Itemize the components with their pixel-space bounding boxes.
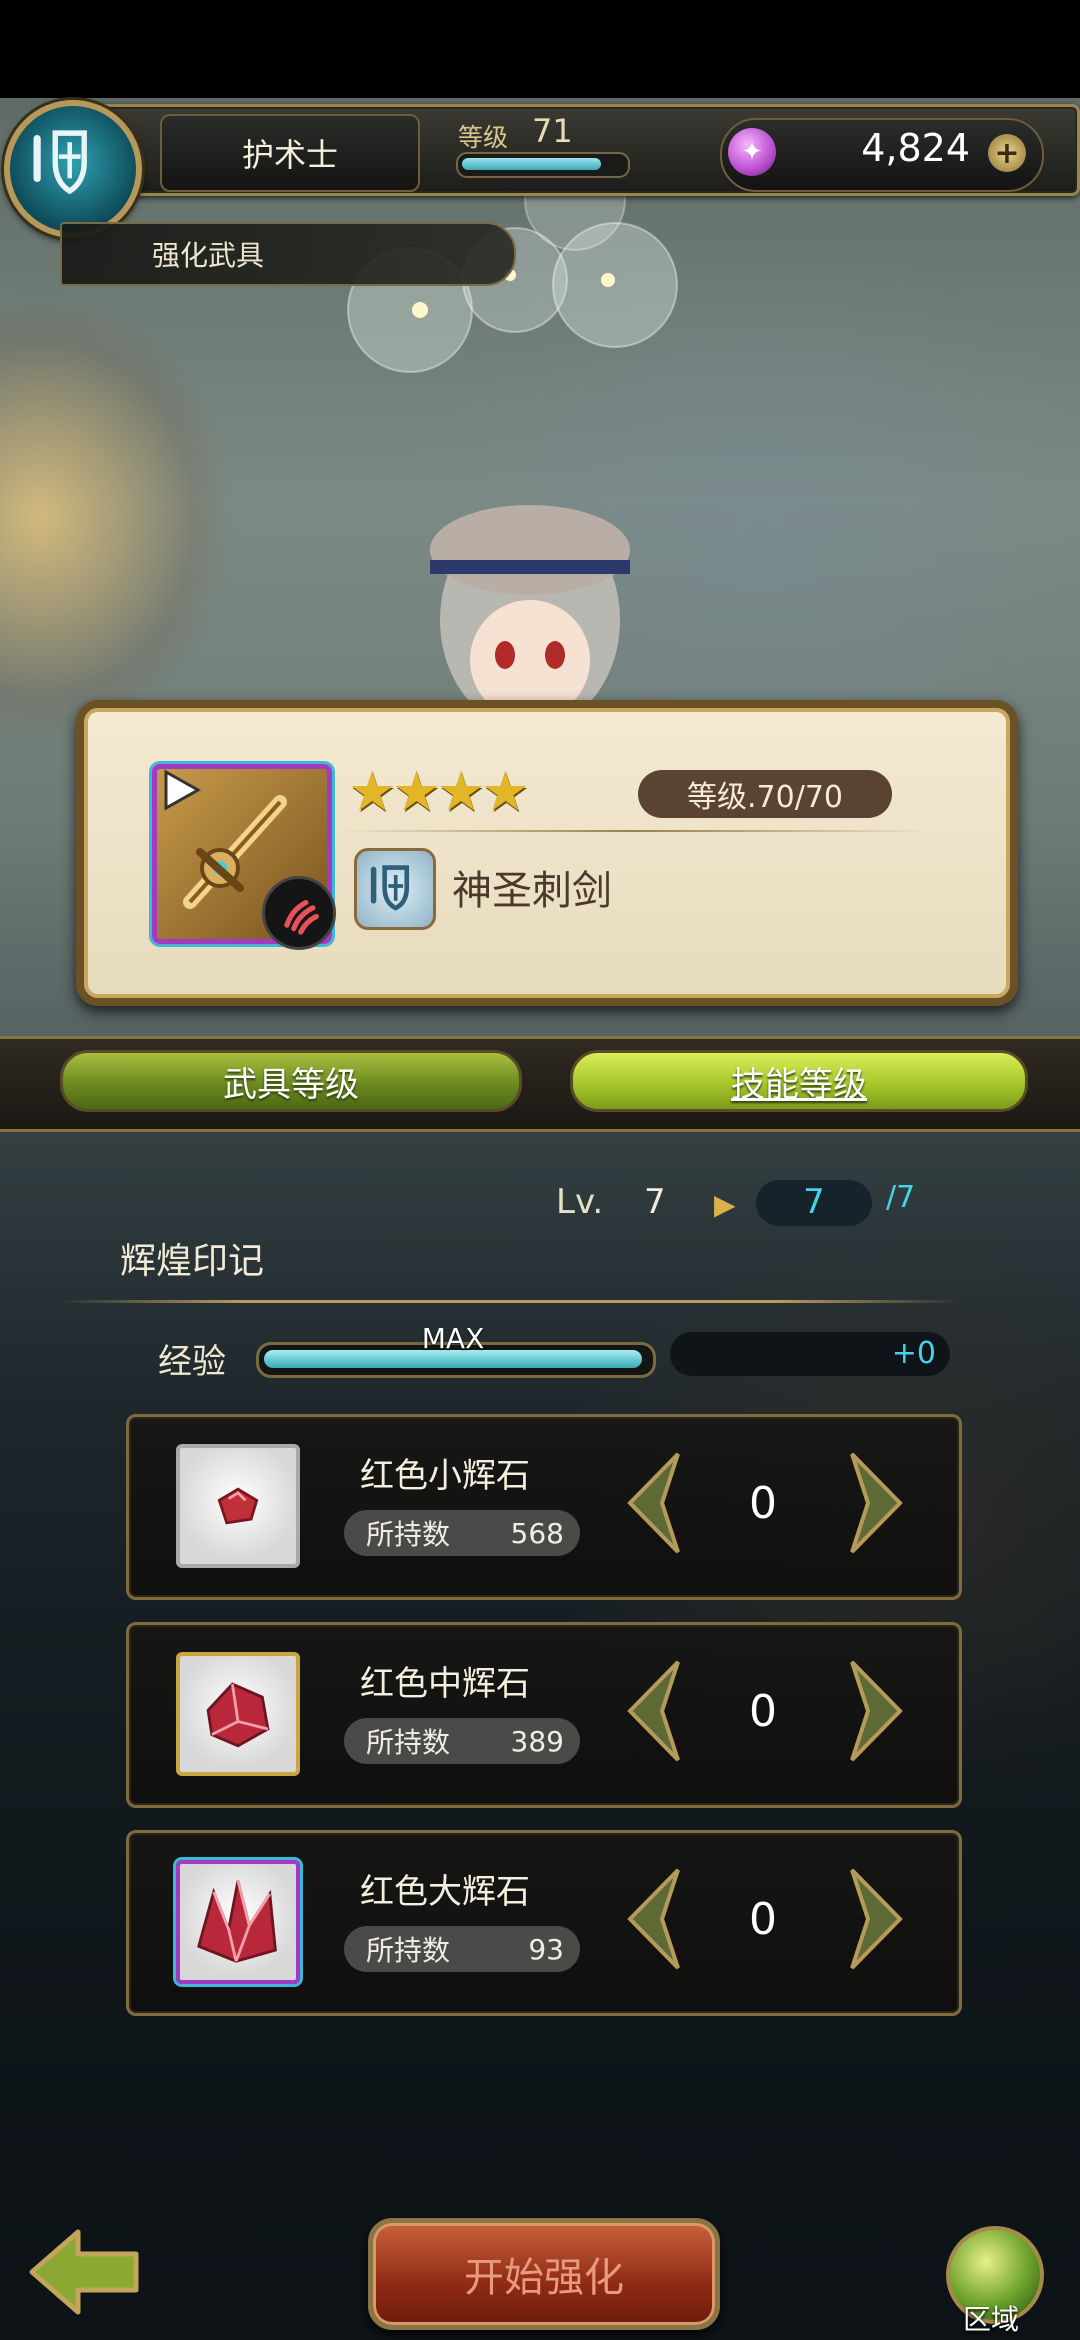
increase-button[interactable] <box>848 1656 908 1766</box>
character-portrait <box>430 505 630 730</box>
glowing-orbs-decoration <box>347 180 678 373</box>
rarity-stars: ★★★★ <box>348 760 530 823</box>
currency-amount: 4,824 <box>861 126 970 170</box>
red-gem-small-icon <box>217 1487 259 1525</box>
exp-status: MAX <box>421 1322 485 1355</box>
owned-count-pill: 所持数 389 <box>344 1718 580 1764</box>
skill-level-label: Lv. <box>556 1182 604 1222</box>
owned-count-pill: 所持数 93 <box>344 1926 580 1972</box>
owned-count: 93 <box>528 1932 564 1966</box>
class-name: 护术士 <box>160 114 420 192</box>
owned-count: 389 <box>510 1724 564 1758</box>
skill-level-next: 7 <box>803 1182 825 1222</box>
weapon-level-badge: 等级.70/70 <box>638 770 892 818</box>
stone-thumbnail[interactable] <box>176 1444 300 1568</box>
increase-button[interactable] <box>848 1448 908 1558</box>
start-enhance-button[interactable]: 开始强化 <box>368 2218 720 2330</box>
screen-title-breadcrumb: 强化武具 <box>60 222 516 286</box>
stone-name: 红色大辉石 <box>360 1872 530 1912</box>
player-level-label: 等级 <box>458 123 509 152</box>
owned-count: 568 <box>510 1516 564 1550</box>
gem-icon: ✦ <box>728 128 776 176</box>
quantity-value: 0 <box>749 1478 777 1529</box>
tab-weapon-level[interactable]: 武具等级 <box>60 1050 522 1112</box>
stone-name: 红色小辉石 <box>360 1456 530 1496</box>
player-level-bar-fill <box>462 158 601 170</box>
card-divider <box>340 830 930 832</box>
skill-level-max: /7 <box>886 1180 916 1215</box>
increase-button[interactable] <box>848 1864 908 1974</box>
weapon-name: 神圣刺剑 <box>452 868 612 914</box>
skill-level-current: 7 <box>644 1182 666 1222</box>
stone-thumbnail[interactable] <box>176 1652 300 1776</box>
red-gem-medium-icon <box>206 1682 270 1748</box>
red-gem-large-icon <box>197 1880 277 1963</box>
quantity-value: 0 <box>749 1686 777 1737</box>
exp-label: 经验 <box>158 1342 226 1382</box>
stone-thumbnail[interactable] <box>176 1860 300 1984</box>
owned-label: 所持数 <box>366 1518 451 1551</box>
plus-icon[interactable]: + <box>988 134 1026 172</box>
player-level-value: 71 <box>532 112 573 150</box>
play-triangle-icon <box>164 769 202 811</box>
owned-label: 所持数 <box>366 1726 451 1759</box>
fire-claw-icon <box>262 876 336 950</box>
quantity-value: 0 <box>749 1894 777 1945</box>
decrease-button[interactable] <box>622 1864 682 1974</box>
class-emblem-button[interactable] <box>4 100 142 238</box>
back-arrow-button[interactable] <box>26 2226 142 2318</box>
arrow-right-icon: ▶ <box>714 1188 736 1221</box>
decrease-button[interactable] <box>622 1656 682 1766</box>
shield-sword-icon <box>354 848 436 930</box>
section-divider <box>60 1300 960 1303</box>
skill-name: 辉煌印记 <box>120 1241 265 1282</box>
shield-sword-icon <box>33 130 87 195</box>
owned-count-pill: 所持数 568 <box>344 1510 580 1556</box>
tab-skill-level[interactable]: 技能等级 <box>570 1050 1028 1112</box>
exp-gain: +0 <box>891 1336 936 1371</box>
stone-name: 红色中辉石 <box>360 1664 530 1704</box>
area-label: 区域 <box>962 2303 1019 2336</box>
decrease-button[interactable] <box>622 1448 682 1558</box>
owned-label: 所持数 <box>366 1934 451 1967</box>
